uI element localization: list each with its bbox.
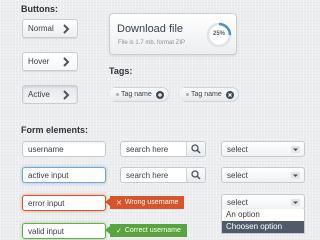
tag-hole	[116, 93, 119, 96]
dropdown-option-selected[interactable]: Choosen option	[222, 221, 304, 233]
search-icon	[191, 170, 201, 180]
search-input-text: search here	[126, 145, 169, 154]
tag-label: Tag name	[121, 91, 152, 98]
success-message-text: Correct username	[124, 227, 181, 234]
chevron-right-icon	[63, 90, 70, 100]
error-input[interactable]	[22, 195, 106, 211]
select-value: select	[227, 198, 248, 207]
normal-button[interactable]: Normal	[22, 19, 78, 38]
search-input[interactable]: search here	[120, 141, 206, 157]
chevron-down-icon	[291, 172, 300, 179]
download-file-button[interactable]: Download file File is 1.7 mb, format ZIP…	[109, 13, 237, 55]
download-title: Download file	[117, 23, 184, 35]
error-message: ✕ Wrong username	[104, 196, 185, 209]
chevron-right-icon	[63, 24, 70, 34]
search-input[interactable]: search here	[120, 167, 206, 183]
tag-item[interactable]: Tag name	[178, 87, 239, 102]
download-subtitle: File is 1.7 mb, format ZIP	[118, 40, 186, 46]
select-value: select	[227, 145, 248, 154]
select-dropdown[interactable]: select	[221, 167, 305, 183]
search-button[interactable]	[186, 168, 205, 182]
search-input-text: search here	[126, 171, 169, 180]
tag-item[interactable]: Tag name	[108, 87, 169, 102]
normal-button-label: Normal	[28, 24, 54, 33]
tag-label: Tag name	[191, 91, 222, 98]
active-button[interactable]: Active	[22, 85, 78, 104]
valid-input[interactable]	[22, 223, 106, 239]
chevron-down-icon	[291, 199, 300, 206]
error-x-icon: ✕	[116, 199, 122, 207]
select-dropdown-open[interactable]: select	[221, 194, 305, 210]
hover-button-label: Hover	[28, 57, 50, 66]
hover-button[interactable]: Hover	[22, 52, 78, 71]
search-icon	[191, 144, 201, 154]
progress-percent: 25%	[212, 31, 225, 37]
buttons-heading: Buttons:	[21, 4, 58, 14]
chevron-down-icon	[291, 146, 300, 153]
check-icon: ✓	[116, 227, 122, 235]
tag-hole	[186, 93, 189, 96]
dropdown-option[interactable]: An option	[222, 209, 304, 221]
dropdown-options-list: An option Choosen option	[221, 209, 305, 234]
active-button-label: Active	[28, 90, 50, 99]
select-dropdown[interactable]: select	[221, 141, 305, 157]
form-elements-heading: Form elements:	[21, 125, 89, 135]
search-button[interactable]	[186, 142, 205, 156]
tags-heading: Tags:	[109, 66, 133, 76]
select-value: select	[227, 171, 248, 180]
chevron-right-icon	[63, 57, 70, 67]
close-icon[interactable]	[225, 90, 234, 99]
plus-icon[interactable]	[155, 90, 164, 99]
error-message-text: Wrong username	[124, 199, 179, 206]
username-input[interactable]	[22, 141, 106, 157]
active-input[interactable]	[22, 167, 106, 183]
success-message: ✓ Correct username	[105, 224, 187, 237]
